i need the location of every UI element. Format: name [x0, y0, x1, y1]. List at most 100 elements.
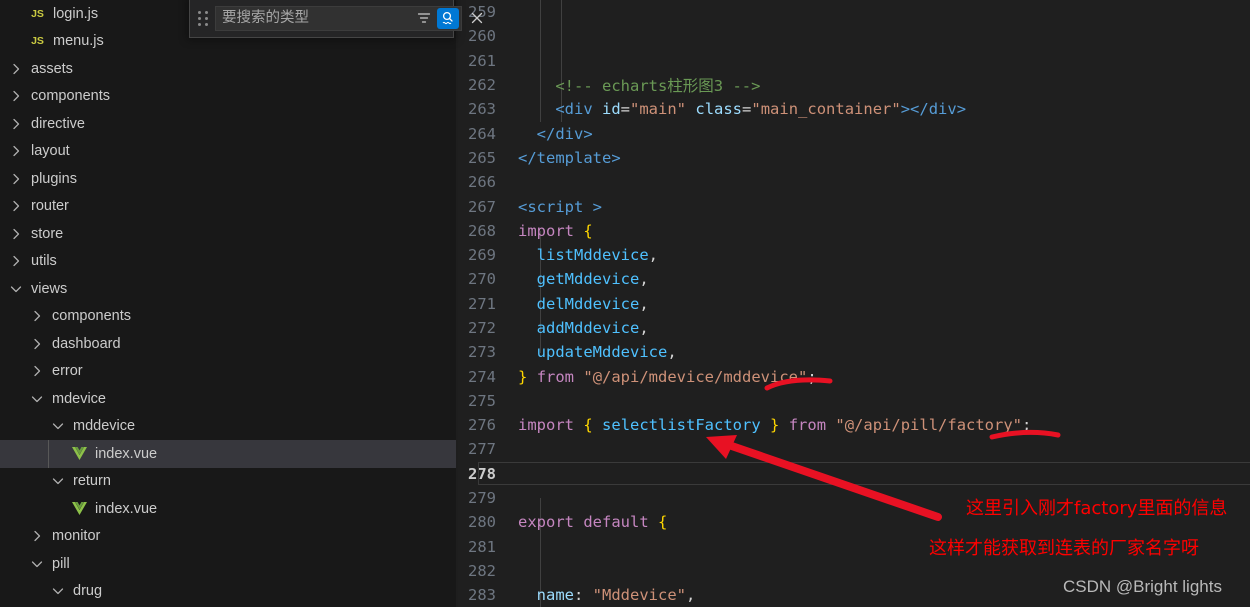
line-number: 283 — [468, 586, 496, 605]
chevron-right-icon[interactable] — [29, 363, 45, 379]
code-text[interactable]: } from "@/api/mdevice/mddevice"; — [518, 368, 1250, 386]
chevron-right-icon[interactable] — [29, 528, 45, 544]
code-text[interactable]: import { selectlistFactory } from "@/api… — [518, 416, 1250, 434]
code-line[interactable]: 278 — [458, 462, 1250, 486]
tree-item-label: router — [31, 198, 69, 215]
code-line[interactable]: 259 — [458, 0, 1250, 24]
code-line[interactable]: 274} from "@/api/mdevice/mddevice"; — [458, 364, 1250, 388]
code-line[interactable]: 272 addMddevice, — [458, 316, 1250, 340]
search-icon[interactable] — [437, 7, 459, 29]
code-line[interactable]: 265 </template> — [458, 146, 1250, 170]
code-text[interactable]: addMddevice, — [518, 319, 1250, 337]
tree-item-mddevice[interactable]: mddevice — [0, 413, 456, 441]
search-input[interactable] — [216, 6, 413, 30]
tree-item-views[interactable]: views — [0, 275, 456, 303]
code-text[interactable]: <script > — [518, 198, 1250, 216]
code-text[interactable]: </div> — [518, 125, 1250, 143]
tree-item-drug[interactable]: drug — [0, 578, 456, 606]
find-widget[interactable] — [189, 0, 483, 38]
code-line[interactable]: 268 import { — [458, 219, 1250, 243]
code-text[interactable]: <div id="main" class="main_container"></… — [518, 100, 1250, 118]
line-number: 271 — [468, 294, 496, 313]
tree-item-label: drug — [73, 583, 103, 600]
code-text[interactable]: getMddevice, — [518, 270, 1250, 288]
code-text[interactable]: delMddevice, — [518, 295, 1250, 313]
chevron-down-icon[interactable] — [50, 583, 66, 599]
code-line[interactable]: 270 getMddevice, — [458, 267, 1250, 291]
drag-handle-icon[interactable] — [195, 7, 211, 29]
tree-item-components[interactable]: components — [0, 83, 456, 111]
line-number: 275 — [468, 391, 496, 410]
code-line[interactable]: 277 — [458, 437, 1250, 461]
code-line[interactable]: 260 — [458, 24, 1250, 48]
tree-item-dashboard[interactable]: dashboard — [0, 330, 456, 358]
code-line[interactable]: 262 <!-- echarts柱形图3 --> — [458, 73, 1250, 97]
code-line[interactable]: 263 <div id="main" class="main_container… — [458, 97, 1250, 121]
tree-item-layout[interactable]: layout — [0, 138, 456, 166]
chevron-right-icon[interactable] — [8, 88, 24, 104]
chevron-right-icon[interactable] — [8, 226, 24, 242]
tree-item-mdevice[interactable]: mdevice — [0, 385, 456, 413]
tree-item-assets[interactable]: assets — [0, 55, 456, 83]
chevron-right-icon[interactable] — [29, 336, 45, 352]
chevron-down-icon[interactable] — [50, 418, 66, 434]
tree-item-index-vue[interactable]: index.vue — [0, 440, 456, 468]
tree-item-index-vue[interactable]: index.vue — [0, 495, 456, 523]
tree-item-utils[interactable]: utils — [0, 248, 456, 276]
chevron-down-icon[interactable] — [29, 556, 45, 572]
filter-icon[interactable] — [413, 8, 435, 29]
chevron-right-icon[interactable] — [8, 253, 24, 269]
code-token: class — [695, 100, 743, 119]
tree-item-router[interactable]: router — [0, 193, 456, 221]
tree-item-return[interactable]: return — [0, 468, 456, 496]
code-line[interactable]: 269 listMddevice, — [458, 243, 1250, 267]
code-line[interactable]: 266 — [458, 170, 1250, 194]
code-line[interactable]: 276 import { selectlistFactory } from "@/… — [458, 413, 1250, 437]
tree-item-directive[interactable]: directive — [0, 110, 456, 138]
code-line[interactable]: 271 delMddevice, — [458, 292, 1250, 316]
tree-item-pill[interactable]: pill — [0, 550, 456, 578]
tree-item-store[interactable]: store — [0, 220, 456, 248]
tree-item-label: error — [52, 363, 83, 380]
line-number: 270 — [468, 270, 496, 289]
file-tree[interactable]: JS login.js JS menu.js assets components direc… — [0, 0, 456, 605]
annotation-note-2: 这样才能获取到连表的厂家名字呀 — [929, 538, 1199, 559]
code-line[interactable]: 275 — [458, 389, 1250, 413]
chevron-right-icon[interactable] — [8, 198, 24, 214]
code-line[interactable]: 273 updateMddevice, — [458, 340, 1250, 364]
tree-item-label: dashboard — [52, 335, 121, 352]
code-text[interactable]: <!-- echarts柱形图3 --> — [518, 74, 1250, 96]
code-token: { — [583, 221, 593, 240]
code-token: "Mddevice" — [592, 586, 686, 605]
chevron-right-icon[interactable] — [8, 116, 24, 132]
chevron-right-icon[interactable] — [8, 143, 24, 159]
file-explorer-sidebar[interactable]: JS login.js JS menu.js assets components direc… — [0, 0, 456, 607]
tree-item-plugins[interactable]: plugins — [0, 165, 456, 193]
chevron-down-icon[interactable] — [29, 391, 45, 407]
code-line[interactable]: 261 — [458, 49, 1250, 73]
find-input-wrapper[interactable] — [215, 5, 462, 31]
chevron-right-icon[interactable] — [29, 308, 45, 324]
code-token: { — [658, 513, 668, 532]
code-text[interactable]: import { — [518, 222, 1250, 240]
tree-item-components[interactable]: components — [0, 303, 456, 331]
tree-item-monitor[interactable]: monitor — [0, 523, 456, 551]
tree-item-label: utils — [31, 253, 57, 270]
code-line[interactable]: 267 <script > — [458, 194, 1250, 218]
code-line[interactable]: 264 </div> — [458, 121, 1250, 145]
code-text[interactable]: </template> — [518, 149, 1250, 167]
tree-item-error[interactable]: error — [0, 358, 456, 386]
close-icon[interactable] — [465, 6, 489, 30]
line-number: 266 — [468, 173, 496, 192]
chevron-down-icon[interactable] — [50, 473, 66, 489]
code-text[interactable]: updateMddevice, — [518, 343, 1250, 361]
chevron-down-icon[interactable] — [8, 281, 24, 297]
chevron-right-icon[interactable] — [8, 61, 24, 77]
chevron-right-icon[interactable] — [8, 171, 24, 187]
code-text[interactable]: listMddevice, — [518, 246, 1250, 264]
code-token: name — [536, 586, 574, 605]
